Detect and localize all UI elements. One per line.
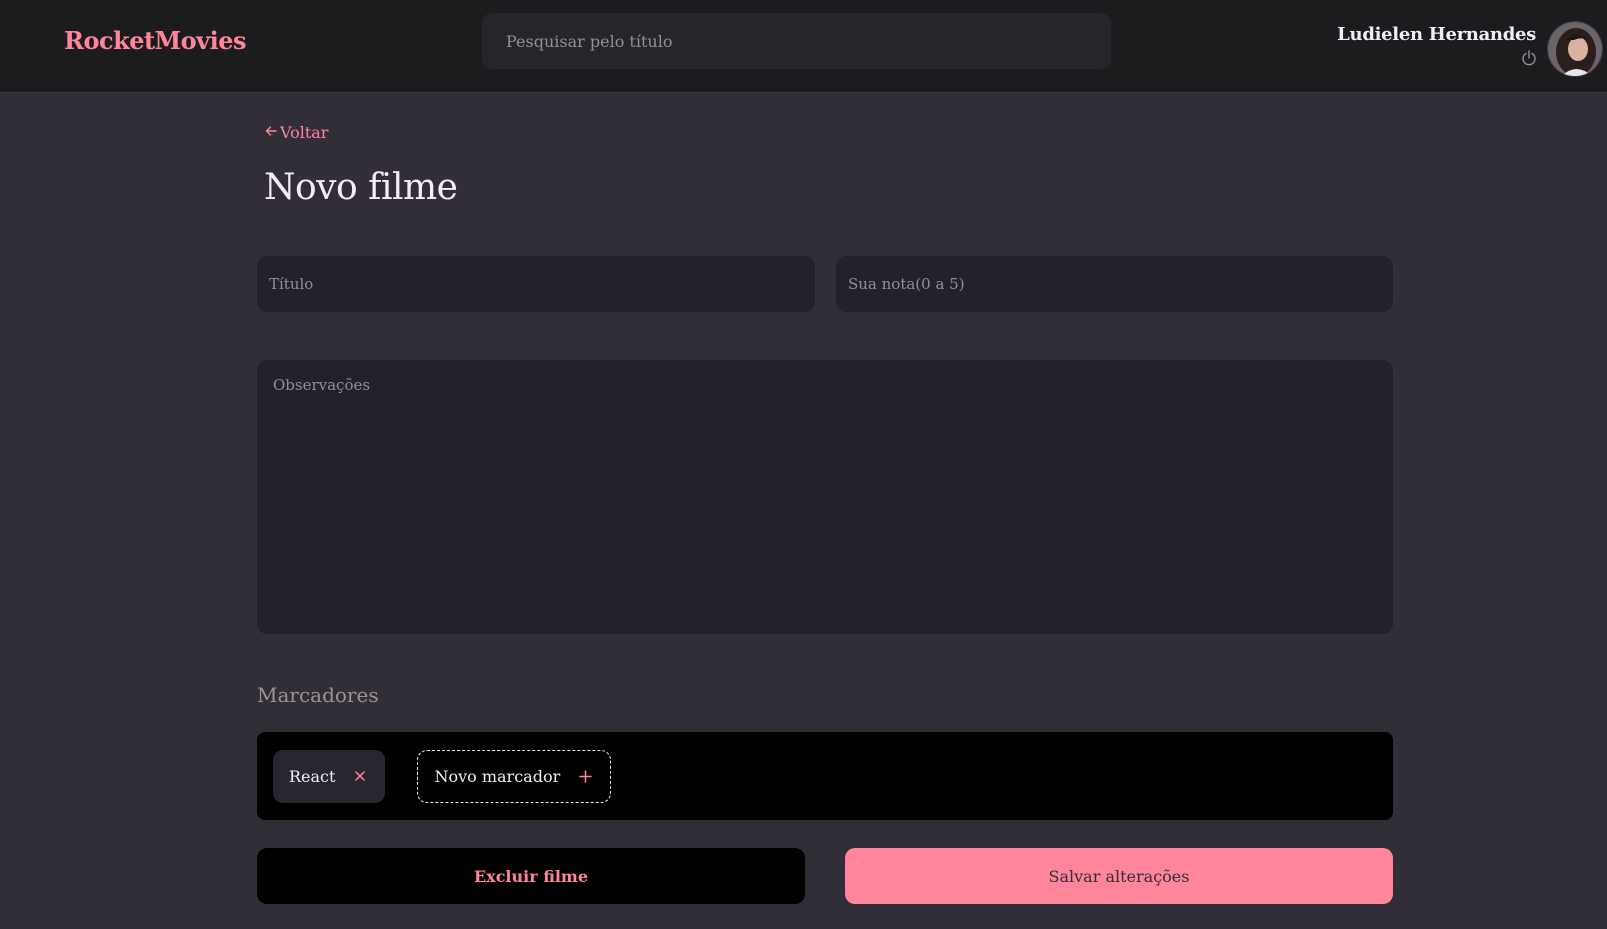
search-input[interactable]: [482, 13, 1111, 69]
new-tag-label[interactable]: Novo marcador: [434, 767, 560, 786]
user-name: Ludielen Hernandes: [1337, 24, 1536, 45]
plus-icon[interactable]: [576, 767, 594, 785]
back-label: Voltar: [280, 123, 329, 142]
avatar[interactable]: [1547, 21, 1603, 77]
title-input[interactable]: [257, 256, 815, 312]
arrow-left-icon: [264, 123, 278, 142]
rating-input[interactable]: [836, 256, 1393, 312]
tags-container: React Novo marcador: [257, 732, 1393, 820]
delete-movie-button[interactable]: Excluir filme: [257, 848, 805, 904]
app-header: RocketMovies Ludielen Hernandes: [0, 0, 1607, 93]
close-icon[interactable]: [351, 767, 369, 785]
brand-logo[interactable]: RocketMovies: [64, 26, 246, 55]
back-link[interactable]: Voltar: [264, 123, 328, 142]
page-title: Novo filme: [264, 167, 458, 208]
tags-section-title: Marcadores: [257, 683, 379, 707]
tag-label: React: [289, 766, 336, 786]
save-changes-button[interactable]: Salvar alterações: [845, 848, 1393, 904]
notes-textarea[interactable]: [257, 360, 1393, 634]
power-icon[interactable]: [1520, 49, 1538, 67]
tag-item: React: [273, 749, 386, 803]
new-tag-item[interactable]: Novo marcador: [417, 749, 612, 803]
